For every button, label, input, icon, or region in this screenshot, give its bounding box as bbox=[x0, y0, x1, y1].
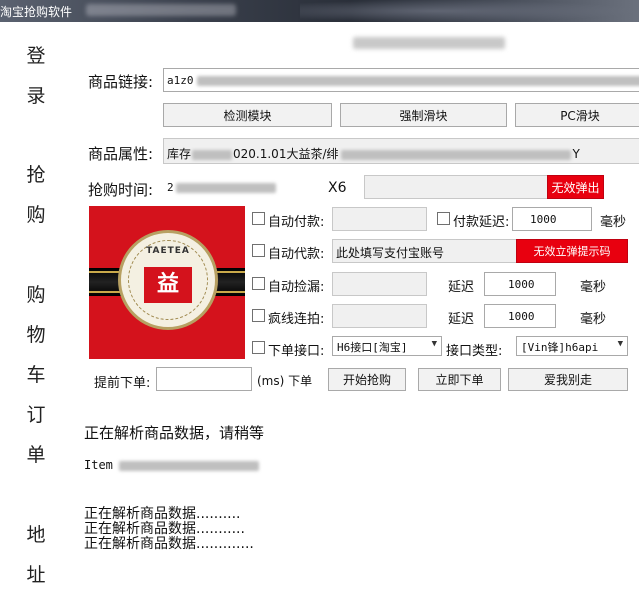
pay-delay-checkbox[interactable] bbox=[437, 212, 450, 225]
product-attr-prefix: 库存 bbox=[167, 147, 192, 161]
multiplier-label: X6 bbox=[328, 180, 347, 196]
logo-emblem: 益 bbox=[144, 267, 192, 303]
auto-pickup-checkbox[interactable] bbox=[252, 277, 265, 290]
log-line-2: 正在解析商品数据........... bbox=[84, 521, 245, 537]
detect-module-button[interactable]: 检测模块 bbox=[163, 103, 332, 127]
auto-pay-label: 自动付款: bbox=[268, 215, 325, 230]
buy-time-label: 抢购时间: bbox=[88, 181, 154, 199]
sidebar: 登 录 抢 购 购 物 车 订 单 地 址 bbox=[0, 22, 70, 616]
auto-proxy-label: 自动代款: bbox=[268, 247, 325, 262]
api-type-value: [Vin锋]h6api bbox=[521, 341, 599, 354]
product-link-value: a1z0 bbox=[167, 74, 194, 87]
ms-label-1: 毫秒 bbox=[600, 215, 627, 230]
item-id-redacted bbox=[118, 460, 259, 471]
pay-delay-value: 1000 bbox=[530, 213, 557, 226]
alipay-placeholder: 此处填写支付宝账号 bbox=[336, 246, 445, 260]
auto-pickup-input[interactable] bbox=[332, 272, 427, 296]
product-link-label: 商品链接: bbox=[88, 73, 154, 91]
auto-pay-checkbox[interactable] bbox=[252, 212, 265, 225]
redacted-2 bbox=[340, 149, 571, 160]
force-slider-button[interactable]: 强制滑块 bbox=[340, 103, 507, 127]
advance-order-input[interactable] bbox=[156, 367, 252, 391]
product-image: TAETEA 益 bbox=[89, 206, 245, 359]
auto-pay-input[interactable] bbox=[332, 207, 427, 231]
buy-time-input[interactable]: 2 bbox=[163, 176, 283, 198]
delay-value-2: 1000 bbox=[508, 310, 535, 323]
chevron-down-icon: ▼ bbox=[431, 339, 437, 349]
header-redacted bbox=[353, 37, 505, 49]
pay-delay-label: 付款延迟: bbox=[453, 215, 510, 230]
order-api-value: H6接口[淘宝] bbox=[337, 341, 408, 354]
window-title: 淘宝抢购软件 bbox=[0, 5, 73, 19]
invalid-popup-code-button[interactable]: 无效立弹提示码 bbox=[516, 239, 628, 263]
pc-slider-button[interactable]: PC滑块 bbox=[515, 103, 639, 127]
logo-circle: TAETEA 益 bbox=[118, 230, 218, 330]
order-api-checkbox[interactable] bbox=[252, 341, 265, 354]
product-attr-field: 库存 020.1.01大益茶/绯 Y bbox=[163, 138, 639, 164]
parsing-status: 正在解析商品数据，请稍等 bbox=[84, 424, 265, 442]
auto-pickup-label: 自动捡漏: bbox=[268, 280, 325, 295]
order-now-button[interactable]: 立即下单 bbox=[418, 368, 501, 391]
buy-time-value: 2 bbox=[167, 181, 174, 194]
sidebar-item-address[interactable]: 地 址 bbox=[25, 515, 47, 595]
sidebar-item-cart[interactable]: 购 物 车 bbox=[25, 275, 47, 395]
delay-input-1[interactable]: 1000 bbox=[484, 272, 556, 296]
sidebar-item-buy[interactable]: 抢 购 bbox=[25, 155, 47, 235]
advance-order-label: 提前下单: bbox=[94, 376, 151, 391]
invalid-popup-button[interactable]: 无效弹出 bbox=[547, 175, 604, 199]
item-id-line: Item bbox=[84, 458, 259, 472]
ms-label-2: 毫秒 bbox=[580, 280, 607, 295]
start-buy-button[interactable]: 开始抢购 bbox=[328, 368, 406, 391]
delay-label-2: 延迟 bbox=[448, 312, 475, 327]
order-api-label: 下单接口: bbox=[268, 344, 325, 359]
api-type-select[interactable]: [Vin锋]h6api ▼ bbox=[516, 336, 628, 356]
delay-value-1: 1000 bbox=[508, 278, 535, 291]
title-bar: 淘宝抢购软件 bbox=[0, 0, 639, 22]
product-link-input[interactable]: a1z0 bbox=[163, 68, 639, 92]
product-link-redacted bbox=[196, 76, 639, 86]
product-attr-label: 商品属性: bbox=[88, 145, 154, 163]
love-me-button[interactable]: 爱我别走 bbox=[508, 368, 628, 391]
api-type-label: 接口类型: bbox=[446, 344, 503, 359]
delay-input-2[interactable]: 1000 bbox=[484, 304, 556, 328]
crazy-click-label: 疯线连拍: bbox=[268, 312, 325, 327]
auto-proxy-checkbox[interactable] bbox=[252, 244, 265, 257]
log-line-3: 正在解析商品数据............. bbox=[84, 536, 254, 552]
product-attr-mid: 020.1.01大益茶/绯 bbox=[233, 147, 339, 161]
log-line-1: 正在解析商品数据.......... bbox=[84, 506, 241, 522]
product-attr-tail: Y bbox=[572, 147, 580, 161]
item-id-label: Item bbox=[84, 458, 113, 472]
chevron-down-icon: ▼ bbox=[617, 339, 623, 349]
sidebar-item-login[interactable]: 登 录 bbox=[25, 36, 47, 116]
order-api-select[interactable]: H6接口[淘宝] ▼ bbox=[332, 336, 442, 356]
pay-delay-input[interactable]: 1000 bbox=[512, 207, 592, 231]
title-redacted bbox=[86, 4, 236, 16]
delay-label-1: 延迟 bbox=[448, 280, 475, 295]
crazy-click-checkbox[interactable] bbox=[252, 309, 265, 322]
logo-text: TAETEA bbox=[146, 246, 190, 256]
sidebar-item-orders[interactable]: 订 单 bbox=[25, 395, 47, 475]
advance-order-suffix: (ms) 下单 bbox=[257, 374, 313, 388]
ms-label-3: 毫秒 bbox=[580, 312, 607, 327]
crazy-click-input[interactable] bbox=[332, 304, 427, 328]
buy-time-redacted bbox=[175, 183, 276, 193]
title-bar-background bbox=[300, 0, 639, 22]
redacted-1 bbox=[192, 149, 233, 160]
